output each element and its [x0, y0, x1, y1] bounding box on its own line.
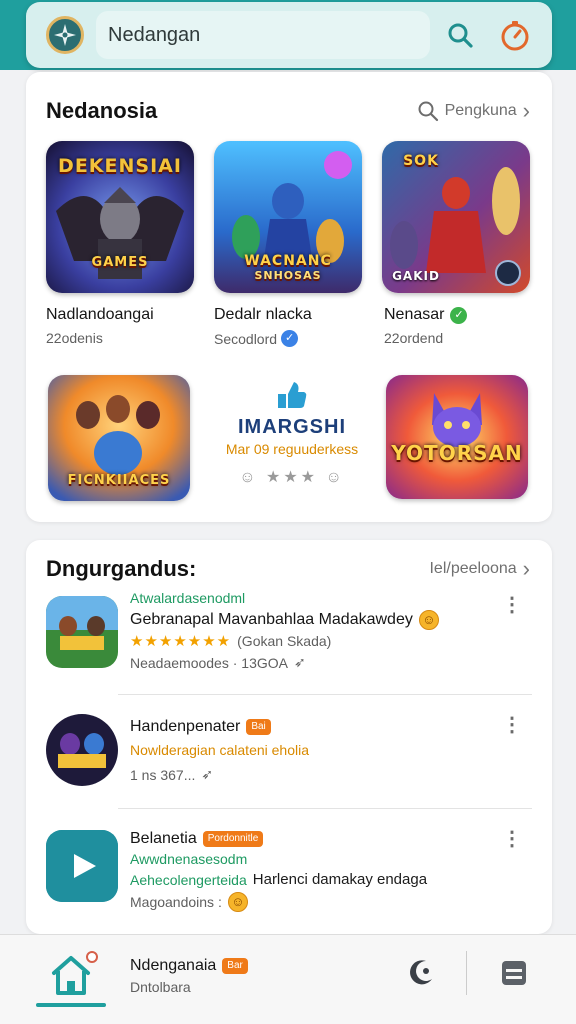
list-item-3-tag: Pordonnitle — [202, 831, 264, 847]
featured-see-more-label: Pengkuna — [444, 102, 517, 119]
game-art-2-sub: SNHOSAS — [254, 269, 322, 282]
list-item-2-meta-row: 1 ns 367... ➶ — [130, 766, 213, 783]
game-name-3: Nenasar — [384, 306, 445, 323]
more-options-icon[interactable]: ⋮ — [502, 715, 522, 735]
list-title: Dngurgandus: — [46, 556, 197, 581]
game-name-2[interactable]: Dedalr nlacka — [214, 306, 312, 324]
game-art-3-title: SOK — [403, 153, 439, 169]
rating-stars: ★★★★★★★ — [130, 633, 232, 650]
rocket-icon: ➶ — [201, 766, 214, 782]
bottom-navigation: Ndenganaia Bar Dntolbara — [0, 934, 576, 1024]
list-item-3-category: Awwdnenasesodm — [130, 851, 248, 867]
list-item-3-title: Belanetia — [130, 830, 197, 847]
featured-title: Nedanosia — [46, 98, 158, 123]
list-item-1-rating: ★★★★★★★ (Gokan Skada) — [130, 632, 331, 650]
promo-rating-stars: ★★★ — [265, 469, 319, 486]
game-art-3-sub: GAKID — [392, 269, 440, 283]
emoji-icon: ☺ — [227, 892, 248, 912]
nav-title-row[interactable]: Ndenganaia Bar — [130, 957, 248, 975]
featured-see-more[interactable]: Pengkuna › — [417, 98, 530, 124]
featured-games-card: Nedanosia Pengkuna › DEKENSIAI GAMES WAC… — [26, 72, 552, 522]
game-meta-1: 22odenis — [46, 330, 103, 346]
game-art-4-title: FICNKIIACES — [67, 473, 171, 488]
search-bar: Nedangan — [26, 2, 552, 68]
list-item-1-rating-note: (Gokan Skada) — [237, 633, 332, 649]
nav-tag: Bar — [222, 958, 248, 974]
promo-title: IMARGSHI — [238, 416, 346, 438]
game-name-3-row[interactable]: Nenasar ✓ — [384, 306, 468, 324]
compass-icon[interactable] — [46, 16, 84, 54]
list-item-1-title-row: Gebranapal Mavanbahlaa Madakawdey ☺ — [130, 610, 439, 630]
list-item-3-subtitle-rest: Harlenci damakay endaga — [252, 871, 428, 888]
nav-subtitle: Dntolbara — [130, 979, 191, 995]
game-tile-2[interactable]: WACNANC SNHOSAS — [214, 141, 362, 293]
game-art-1-title: DEKENSIAI — [58, 155, 182, 177]
search-input[interactable]: Nedangan — [96, 11, 430, 59]
menu-icon[interactable] — [498, 957, 530, 989]
green-badge-icon: ✓ — [450, 306, 468, 324]
nav-title: Ndenganaia — [130, 957, 217, 974]
promo-rating: ☺ ★★★ ☺ — [212, 467, 372, 487]
promo-subtitle: Mar 09 reguuderkess — [225, 441, 359, 457]
active-tab-indicator — [36, 1003, 106, 1007]
stopwatch-icon[interactable] — [498, 18, 532, 52]
list-item-2-subtitle: Nowlderagian calateni eholia — [130, 742, 310, 758]
list-see-more-label: Iel/peeloona — [429, 560, 517, 577]
list-item-3-title-row: Belanetia Pordonnitle — [130, 830, 264, 848]
game-meta-2-text: Secodlord — [214, 330, 278, 347]
list-item-1-icon — [46, 596, 118, 668]
list-item-3-meta-row: Magoandoins : ☺ — [130, 892, 248, 912]
search-small-icon — [418, 101, 438, 122]
list-item-1-title: Gebranapal Mavanbahlaa Madakawdey — [130, 611, 413, 628]
game-list-card: Dngurgandus: Iel/peeloona › Atwalardasen… — [26, 540, 552, 934]
list-item-2-title-row: Handenpenater Bai — [130, 718, 271, 736]
list-item-2-meta: 1 ns 367... — [130, 766, 196, 783]
game-tile-3[interactable]: SOK GAKID — [382, 141, 530, 293]
divider — [118, 694, 532, 695]
nav-separator — [466, 951, 467, 995]
thumbs-up-icon — [278, 382, 307, 408]
list-item-1-meta: Neadaemoodes · 13GOA — [130, 654, 288, 671]
more-options-icon[interactable]: ⋮ — [502, 829, 522, 849]
chevron-right-icon: › — [522, 556, 530, 581]
game-tile-1[interactable]: DEKENSIAI GAMES — [46, 141, 194, 293]
moon-icon[interactable] — [404, 955, 438, 989]
list-item-3-subtitle-row: Aehecolengerteida Harlenci damakay endag… — [130, 871, 427, 888]
game-art-1-sub: GAMES — [91, 255, 149, 270]
promo-banner[interactable]: IMARGSHI Mar 09 reguuderkess ☺ ★★★ ☺ — [212, 372, 372, 502]
smile-icon: ☺ — [239, 469, 259, 486]
chevron-right-icon: › — [522, 98, 530, 123]
search-icon[interactable] — [444, 19, 476, 51]
verified-check-icon: ✓ — [281, 330, 299, 347]
search-input-text: Nedangan — [108, 23, 201, 46]
list-item-1-category: Atwalardasenodml — [130, 590, 246, 606]
emoji-icon: ☺ — [418, 610, 439, 630]
smile-icon-2: ☺ — [325, 469, 345, 486]
list-item-2-tag: Bai — [246, 719, 271, 735]
list-item-2-icon — [46, 714, 118, 786]
list-item-1-meta-row: Neadaemoodes · 13GOA ➶ — [130, 654, 306, 671]
game-meta-1-text: 22odenis — [46, 330, 103, 346]
list-item-3-subtitle: Aehecolengerteida — [130, 871, 247, 888]
game-art-5-title: YOTORSAN — [391, 441, 523, 465]
rocket-icon: ➶ — [293, 654, 306, 670]
game-art-2-title: WACNANC — [244, 253, 332, 269]
game-tile-5[interactable]: YOTORSAN — [386, 375, 528, 499]
list-item-2-title: Handenpenater — [130, 718, 241, 735]
game-art-5 — [386, 375, 528, 499]
more-options-icon[interactable]: ⋮ — [502, 595, 522, 615]
game-tile-4[interactable]: FICNKIIACES — [48, 375, 190, 501]
divider — [118, 808, 532, 809]
game-name-1[interactable]: Nadlandoangai — [46, 306, 154, 324]
game-meta-3-text: 22ordend — [384, 330, 444, 346]
notification-dot — [86, 951, 98, 963]
play-icon — [46, 830, 118, 902]
list-see-more[interactable]: Iel/peeloona › — [429, 556, 530, 582]
game-meta-3: 22ordend — [384, 330, 443, 346]
list-item-3-meta: Magoandoins : — [130, 894, 222, 910]
game-meta-2: Secodlord ✓ — [214, 330, 299, 347]
